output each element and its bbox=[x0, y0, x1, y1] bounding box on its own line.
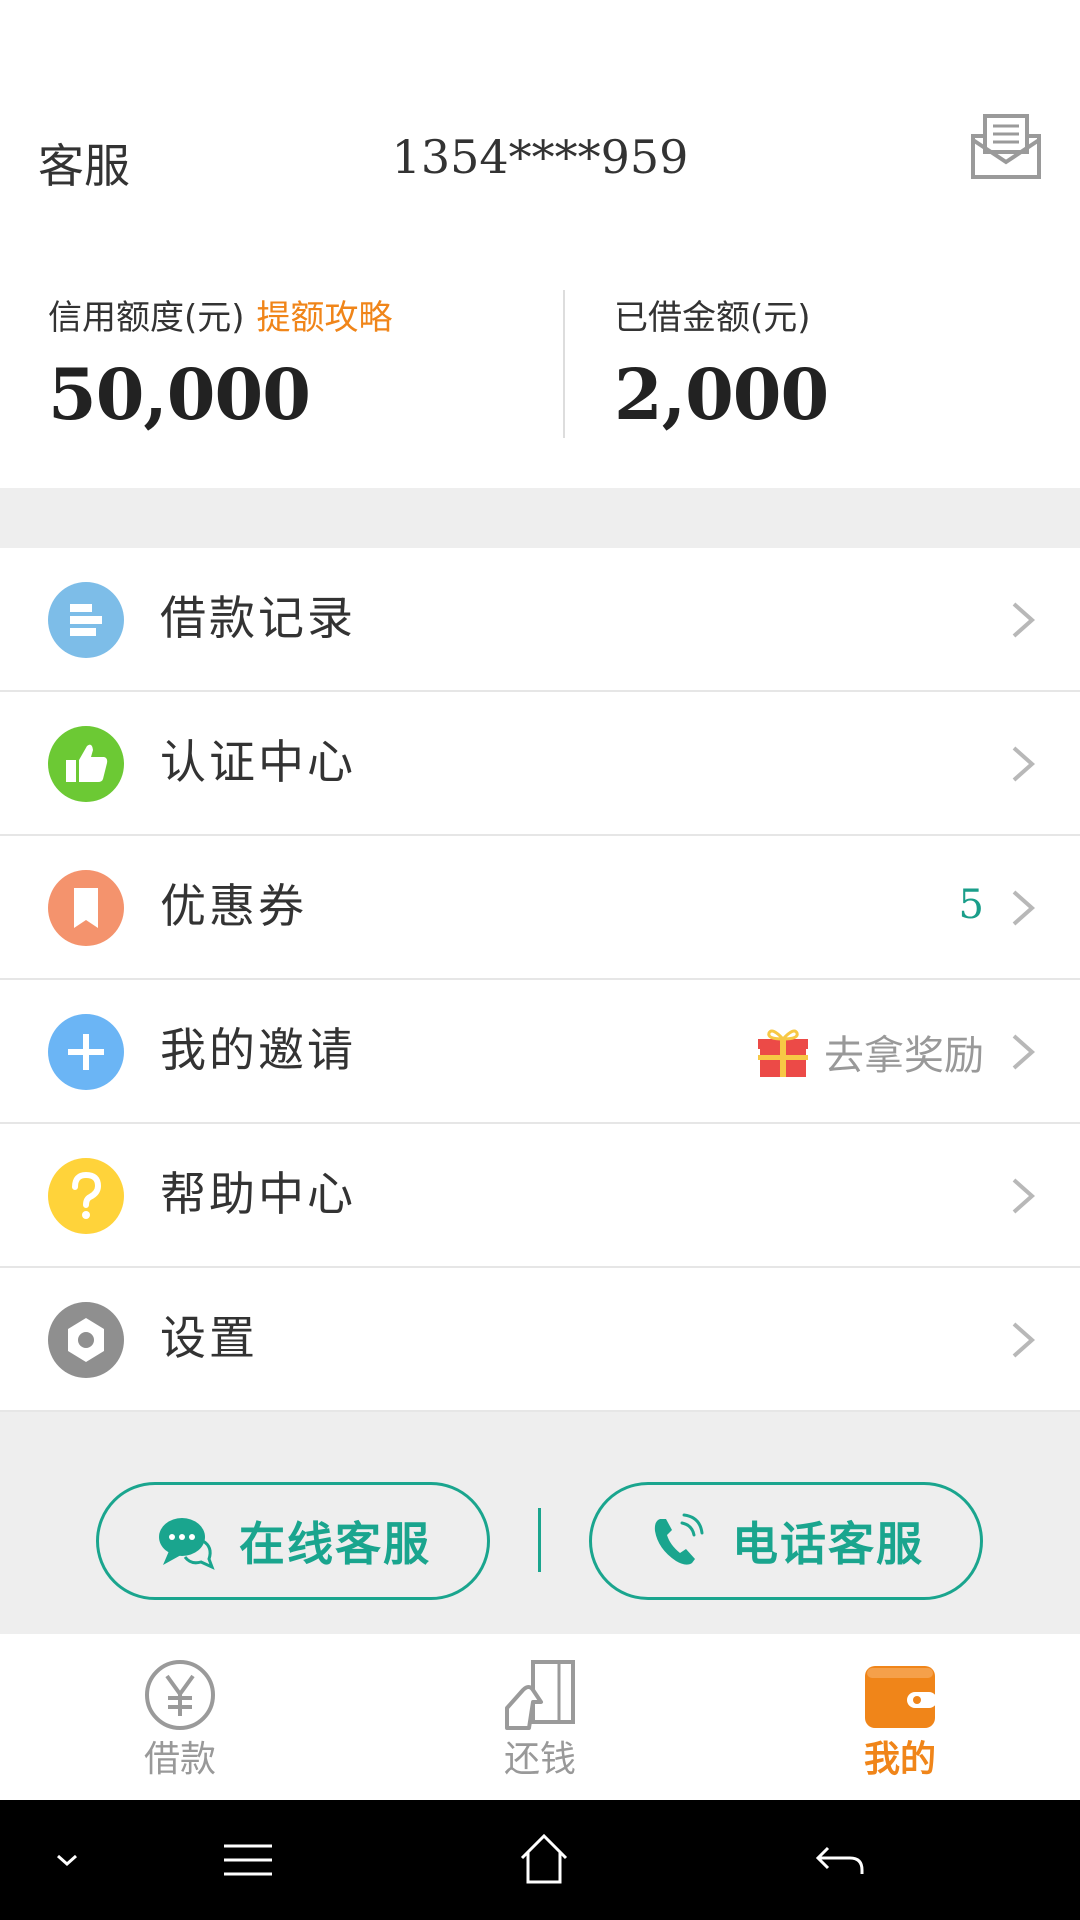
plus-icon bbox=[48, 1014, 124, 1090]
profile-page: 客服 1354****959 信用额度(元) 提额攻略 50,000 已借金额(元… bbox=[0, 0, 1080, 1920]
service-divider bbox=[538, 1508, 541, 1572]
wallet-icon bbox=[865, 1666, 937, 1728]
menu-item-label: 我的邀请 bbox=[160, 1023, 356, 1077]
menu-item-help-center[interactable]: 帮助中心 bbox=[0, 1124, 1080, 1268]
chevron-right-icon bbox=[1012, 1178, 1036, 1214]
tab-label: 我的 bbox=[863, 1739, 936, 1780]
customer-service-area: 在线客服 电话客服 bbox=[0, 1412, 1080, 1634]
phone-icon bbox=[654, 1513, 704, 1565]
menu-item-label: 帮助中心 bbox=[160, 1167, 356, 1221]
chevron-right-icon bbox=[1012, 1034, 1036, 1070]
question-icon bbox=[48, 1158, 124, 1234]
repay-icon bbox=[505, 1660, 575, 1730]
menu-item-settings[interactable]: 设置 bbox=[0, 1268, 1080, 1412]
credit-limit-label-row: 信用额度(元) 提额攻略 bbox=[48, 290, 393, 339]
online-service-label: 在线客服 bbox=[239, 1517, 431, 1571]
coupon-count-badge: 5 bbox=[958, 882, 984, 928]
thumbs-up-icon bbox=[48, 726, 124, 802]
mail-icon[interactable] bbox=[970, 112, 1042, 180]
menu-item-my-invites[interactable]: 我的邀请 去拿奖励 bbox=[0, 980, 1080, 1124]
tab-label: 借款 bbox=[143, 1739, 216, 1780]
tab-mine[interactable]: 我的 bbox=[720, 1634, 1080, 1800]
chevron-right-icon bbox=[1012, 602, 1036, 638]
reward-text: 去拿奖励 bbox=[824, 1033, 984, 1079]
chevron-right-icon bbox=[1012, 1322, 1036, 1358]
back-icon[interactable] bbox=[814, 1830, 866, 1890]
bottom-tab-bar: 借款 还钱 我的 bbox=[0, 1634, 1080, 1800]
menu-item-label: 认证中心 bbox=[160, 735, 356, 789]
chevron-right-icon bbox=[1012, 890, 1036, 926]
phone-service-button[interactable]: 电话客服 bbox=[589, 1482, 983, 1600]
loan-record-icon bbox=[48, 582, 124, 658]
borrowed-value: 2,000 bbox=[614, 353, 829, 436]
tab-repay[interactable]: 还钱 bbox=[360, 1634, 720, 1800]
menu-item-label: 借款记录 bbox=[160, 591, 356, 645]
chat-bubble-icon bbox=[159, 1518, 215, 1570]
coupon-icon bbox=[48, 870, 124, 946]
menu-item-verification-center[interactable]: 认证中心 bbox=[0, 692, 1080, 836]
gift-icon bbox=[758, 1029, 808, 1077]
menu-item-loan-records[interactable]: 借款记录 bbox=[0, 548, 1080, 692]
phone-service-label: 电话客服 bbox=[732, 1517, 924, 1571]
reward-hint: 去拿奖励 bbox=[756, 1024, 984, 1080]
credit-limit-block: 信用额度(元) 提额攻略 50,000 bbox=[48, 290, 393, 436]
top-header: 客服 1354****959 bbox=[0, 0, 1080, 240]
tab-borrow[interactable]: 借款 bbox=[0, 1634, 360, 1800]
user-phone: 1354****959 bbox=[391, 130, 689, 184]
yuan-icon bbox=[145, 1660, 215, 1730]
online-service-button[interactable]: 在线客服 bbox=[96, 1482, 490, 1600]
credit-divider bbox=[563, 290, 565, 438]
menu-icon[interactable] bbox=[222, 1830, 274, 1890]
menu-item-label: 优惠券 bbox=[160, 879, 307, 933]
credit-limit-value: 50,000 bbox=[48, 353, 311, 436]
gear-icon bbox=[48, 1302, 124, 1378]
section-separator bbox=[0, 488, 1080, 548]
borrowed-block: 已借金额(元) 2,000 bbox=[614, 290, 829, 436]
menu-item-coupons[interactable]: 优惠券 5 bbox=[0, 836, 1080, 980]
collapse-chevron-icon[interactable] bbox=[52, 1830, 82, 1890]
credit-summary: 信用额度(元) 提额攻略 50,000 已借金额(元) 2,000 bbox=[0, 240, 1080, 488]
raise-limit-link[interactable]: 提额攻略 bbox=[257, 298, 393, 338]
menu-item-label: 设置 bbox=[160, 1311, 258, 1365]
home-icon[interactable] bbox=[518, 1830, 570, 1890]
tab-label: 还钱 bbox=[503, 1739, 576, 1780]
menu-list: 借款记录 认证中心 优惠券 5 我的邀请 去拿奖励 帮助中心 设置 bbox=[0, 548, 1080, 1412]
credit-limit-label: 信用额度(元) bbox=[48, 298, 245, 338]
borrowed-label: 已借金额(元) bbox=[614, 298, 811, 338]
chevron-right-icon bbox=[1012, 746, 1036, 782]
system-navigation-bar bbox=[0, 1800, 1080, 1920]
